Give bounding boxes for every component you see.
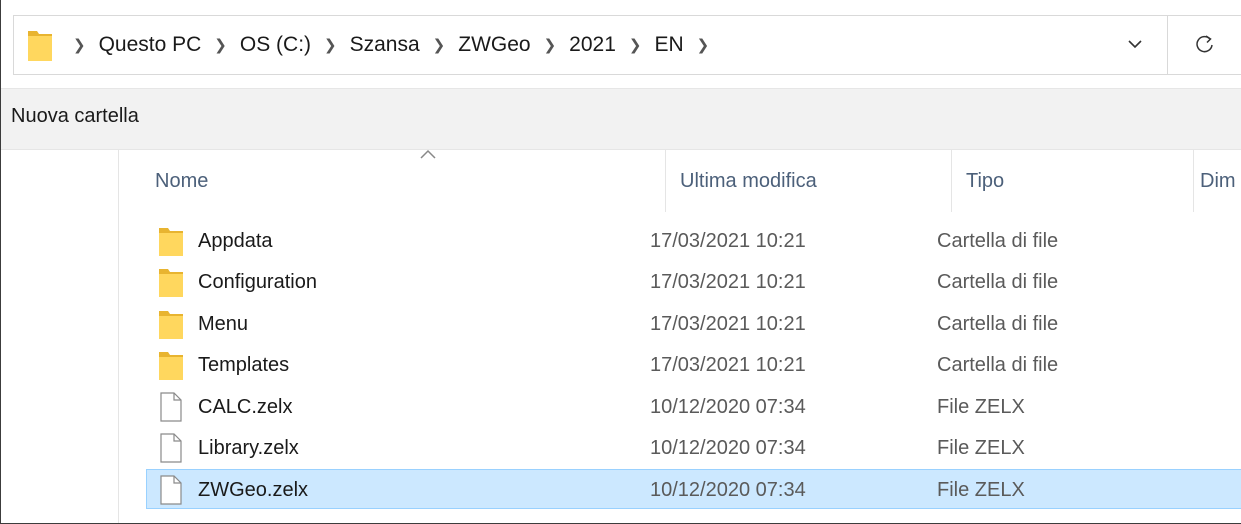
file-type: File ZELX <box>937 478 1025 501</box>
navigation-pane[interactable] <box>1 150 119 523</box>
command-bar: Nuova cartella <box>1 88 1241 150</box>
file-modified: 17/03/2021 10:21 <box>650 353 806 376</box>
file-icon <box>156 387 186 427</box>
chevron-right-icon[interactable]: ❯ <box>73 36 86 54</box>
file-name: ZWGeo.zelx <box>198 478 309 501</box>
file-name: Menu <box>198 312 249 335</box>
folder-icon <box>156 345 186 385</box>
column-header-modified-label: Ultima modifica <box>680 169 817 192</box>
file-list: Nome Ultima modifica Tipo Dim Appdata 17… <box>119 149 1241 523</box>
column-header-type[interactable]: Tipo <box>958 150 1192 212</box>
column-header-row: Nome Ultima modifica Tipo Dim <box>119 149 1241 212</box>
column-header-size-label: Dim <box>1200 169 1236 192</box>
chevron-right-icon[interactable]: ❯ <box>324 36 337 54</box>
file-icon <box>156 428 186 468</box>
chevron-right-icon[interactable]: ❯ <box>544 36 557 54</box>
file-modified: 10/12/2020 07:34 <box>650 436 806 459</box>
file-row[interactable]: CALC.zelx 10/12/2020 07:34 File ZELX <box>146 387 1241 427</box>
breadcrumb-item-en[interactable]: EN <box>654 33 683 57</box>
breadcrumb-item-os-c[interactable]: OS (C:) <box>240 33 311 57</box>
column-header-modified[interactable]: Ultima modifica <box>672 150 952 212</box>
file-icon <box>156 470 186 510</box>
breadcrumb: ❯ Questo PC ❯ OS (C:) ❯ Szansa ❯ ZWGeo ❯… <box>60 16 722 74</box>
file-type: File ZELX <box>937 395 1025 418</box>
file-name: Templates <box>198 353 290 376</box>
file-name: CALC.zelx <box>198 395 293 418</box>
breadcrumb-item-zwgeo[interactable]: ZWGeo <box>458 33 530 57</box>
folder-icon <box>156 304 186 344</box>
file-row[interactable]: Appdata 17/03/2021 10:21 Cartella di fil… <box>146 221 1241 261</box>
folder-icon <box>156 221 186 261</box>
file-modified: 17/03/2021 10:21 <box>650 312 806 335</box>
column-divider[interactable] <box>665 150 666 212</box>
file-explorer-window: ❯ Questo PC ❯ OS (C:) ❯ Szansa ❯ ZWGeo ❯… <box>0 0 1241 524</box>
address-bar[interactable]: ❯ Questo PC ❯ OS (C:) ❯ Szansa ❯ ZWGeo ❯… <box>13 15 1168 75</box>
file-type: File ZELX <box>937 436 1025 459</box>
column-header-name-label: Nome <box>155 169 209 192</box>
file-row[interactable]: Templates 17/03/2021 10:21 Cartella di f… <box>146 345 1241 385</box>
file-modified: 10/12/2020 07:34 <box>650 395 806 418</box>
chevron-right-icon[interactable]: ❯ <box>433 36 446 54</box>
breadcrumb-item-questo-pc[interactable]: Questo PC <box>99 33 202 57</box>
file-modified: 10/12/2020 07:34 <box>650 478 806 501</box>
file-name: Configuration <box>198 270 317 293</box>
breadcrumb-item-szansa[interactable]: Szansa <box>350 33 420 57</box>
chevron-right-icon[interactable]: ❯ <box>697 36 710 54</box>
chevron-down-icon[interactable] <box>1125 34 1145 54</box>
folder-icon <box>156 262 186 302</box>
new-folder-button[interactable]: Nuova cartella <box>11 105 139 128</box>
file-modified: 17/03/2021 10:21 <box>650 270 806 293</box>
column-header-name[interactable]: Nome <box>147 149 665 212</box>
file-type: Cartella di file <box>937 229 1059 252</box>
sort-ascending-icon <box>420 149 436 159</box>
folder-icon <box>20 23 60 67</box>
address-bar-row: ❯ Questo PC ❯ OS (C:) ❯ Szansa ❯ ZWGeo ❯… <box>1 0 1241 88</box>
file-type: Cartella di file <box>937 353 1059 376</box>
column-divider[interactable] <box>951 150 952 212</box>
file-type: Cartella di file <box>937 312 1059 335</box>
file-type: Cartella di file <box>937 270 1059 293</box>
file-name: Appdata <box>198 229 273 252</box>
file-modified: 17/03/2021 10:21 <box>650 229 806 252</box>
file-name: Library.zelx <box>198 436 299 459</box>
chevron-right-icon[interactable]: ❯ <box>214 36 227 54</box>
column-header-size[interactable]: Dim <box>1194 150 1241 212</box>
file-row[interactable]: Library.zelx 10/12/2020 07:34 File ZELX <box>146 428 1241 468</box>
refresh-button[interactable] <box>1168 15 1241 75</box>
file-row[interactable]: Configuration 17/03/2021 10:21 Cartella … <box>146 262 1241 302</box>
file-row[interactable]: Menu 17/03/2021 10:21 Cartella di file <box>146 304 1241 344</box>
breadcrumb-item-2021[interactable]: 2021 <box>569 33 616 57</box>
file-row-selected[interactable]: ZWGeo.zelx 10/12/2020 07:34 File ZELX <box>146 469 1241 509</box>
chevron-right-icon[interactable]: ❯ <box>629 36 642 54</box>
column-header-type-label: Tipo <box>966 169 1005 192</box>
refresh-icon <box>1195 35 1213 53</box>
